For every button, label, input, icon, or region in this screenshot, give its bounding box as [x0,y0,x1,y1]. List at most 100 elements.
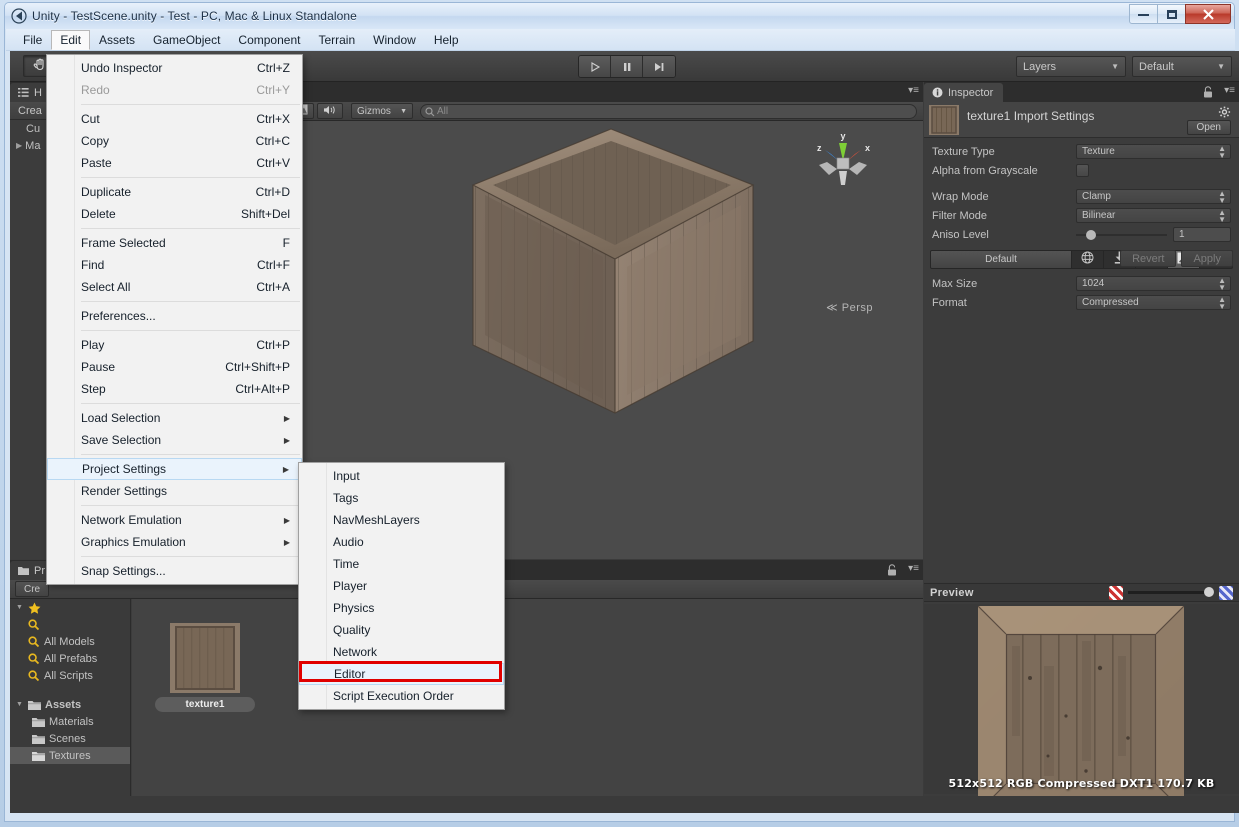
menu-item-label: Delete [81,207,116,221]
menu-item-find[interactable]: Find Ctrl+F [47,254,302,276]
menu-item-cut[interactable]: Cut Ctrl+X [47,108,302,130]
platform-tab-default[interactable]: Default [931,251,1072,268]
submenu-item-player[interactable]: Player [299,575,504,597]
open-button[interactable]: Open [1186,120,1231,135]
menubar-item-help[interactable]: Help [425,30,468,50]
menubar-item-component[interactable]: Component [229,30,309,50]
project-tree-assets[interactable]: ▼ Assets [10,696,130,713]
aniso-level-slider[interactable] [1076,229,1167,240]
wrap-mode-dropdown[interactable]: Clamp ▲ ▼ [1076,189,1231,204]
field-label: Format [932,296,967,309]
project-favorite-all-scripts[interactable]: All Scripts [10,667,130,684]
menubar-item-terrain[interactable]: Terrain [309,30,364,50]
menu-item-step[interactable]: Step Ctrl+Alt+P [47,378,302,400]
rgb-checker-icon[interactable] [1109,585,1123,600]
format-dropdown[interactable]: Compressed ▲ ▼ [1076,295,1231,310]
project-tree-scenes[interactable]: Scenes [10,730,130,747]
menu-item-snap-settings[interactable]: Snap Settings... [47,560,302,582]
menu-item-pause[interactable]: Pause Ctrl+Shift+P [47,356,302,378]
panel-options-icon[interactable]: ▾≡ [908,563,919,574]
minimize-button[interactable] [1129,4,1158,24]
menubar-item-window[interactable]: Window [364,30,425,50]
scene-object-crate[interactable] [463,123,763,423]
maximize-button[interactable] [1157,4,1186,24]
menu-item-load-selection[interactable]: Load Selection ▶ [47,407,302,429]
step-button[interactable] [643,56,675,77]
project-favorite-all-models[interactable]: All Models [10,633,130,650]
pause-button[interactable] [611,56,643,77]
revert-button[interactable]: Revert [1120,250,1177,267]
tab-inspector[interactable]: Inspector [924,83,1004,102]
submenu-item-script-execution-order[interactable]: Script Execution Order [299,685,504,707]
menu-item-render-settings[interactable]: Render Settings [47,480,302,502]
menu-item-duplicate[interactable]: Duplicate Ctrl+D [47,181,302,203]
submenu-item-quality[interactable]: Quality [299,619,504,641]
submenu-item-input[interactable]: Input [299,465,504,487]
panel-options-icon[interactable]: ▾≡ [1224,85,1235,96]
submenu-item-tags[interactable]: Tags [299,487,504,509]
field-texture-type[interactable]: Texture Type Texture ▲ ▼ [924,142,1239,161]
menubar-item-file[interactable]: File [14,30,51,50]
menu-item-undo-inspector[interactable]: Undo Inspector Ctrl+Z [47,57,302,79]
asset-item-texture1[interactable]: texture1 [152,609,258,715]
preview-mip-slider[interactable] [1128,587,1214,597]
submenu-item-physics[interactable]: Physics [299,597,504,619]
menubar-item-edit[interactable]: Edit [51,29,91,50]
field-filter-mode[interactable]: Filter Mode Bilinear ▲ ▼ [924,206,1239,225]
audio-toggle-button[interactable] [317,103,343,119]
max-size-dropdown[interactable]: 1024 ▲ ▼ [1076,276,1231,291]
menu-item-select-all[interactable]: Select All Ctrl+A [47,276,302,298]
field-max-size[interactable]: Max Size 1024 ▲ ▼ [924,274,1239,293]
aniso-level-value[interactable]: 1 [1173,227,1231,242]
submenu-item-network[interactable]: Network [299,641,504,663]
menu-item-save-selection[interactable]: Save Selection ▶ [47,429,302,451]
alpha-checker-icon[interactable] [1219,585,1233,600]
menu-item-label: Input [333,469,360,483]
menu-item-paste[interactable]: Paste Ctrl+V [47,152,302,174]
play-button[interactable] [579,56,611,77]
submenu-item-time[interactable]: Time [299,553,504,575]
menu-item-graphics-emulation[interactable]: Graphics Emulation ▶ [47,531,302,553]
layout-dropdown[interactable]: Default ▼ [1132,56,1232,77]
menubar-item-gameobject[interactable]: GameObject [144,30,229,50]
project-favorites-root[interactable]: ▼ [10,599,130,616]
menu-separator [81,330,300,331]
filter-mode-dropdown[interactable]: Bilinear ▲ ▼ [1076,208,1231,223]
menu-item-frame-selected[interactable]: Frame Selected F [47,232,302,254]
menu-item-copy[interactable]: Copy Ctrl+C [47,130,302,152]
field-format[interactable]: Format Compressed ▲ ▼ [924,293,1239,312]
menu-item-label: Graphics Emulation [81,535,186,549]
project-favorite-all-prefabs[interactable]: All Prefabs [10,650,130,667]
menu-item-preferences[interactable]: Preferences... [47,305,302,327]
apply-button[interactable]: Apply [1181,250,1233,267]
submenu-item-navmeshlayers[interactable]: NavMeshLayers [299,509,504,531]
scene-perspective-label[interactable]: ≪ Persp [826,301,873,314]
scene-orientation-gizmo[interactable]: y z x [809,129,877,189]
project-tree-materials[interactable]: Materials [10,713,130,730]
menu-item-play[interactable]: Play Ctrl+P [47,334,302,356]
menu-item-project-settings[interactable]: Project Settings ▶ [47,458,302,480]
panel-options-icon[interactable]: ▾≡ [908,85,919,96]
project-tree-textures[interactable]: Textures [10,747,130,764]
close-button[interactable] [1185,4,1231,24]
layers-dropdown[interactable]: Layers ▼ [1016,56,1126,77]
lock-icon[interactable] [1203,85,1213,103]
alpha-from-grayscale-checkbox[interactable] [1076,164,1089,177]
field-alpha-from-grayscale[interactable]: Alpha from Grayscale [924,161,1239,180]
scene-search-input[interactable]: All [420,103,917,119]
project-create-button[interactable]: Cre [15,581,50,597]
lock-icon[interactable] [887,563,897,581]
field-aniso-level[interactable]: Aniso Level 1 [924,225,1239,244]
submenu-item-editor[interactable]: Editor [299,663,504,685]
menu-item-delete[interactable]: Delete Shift+Del [47,203,302,225]
menu-item-network-emulation[interactable]: Network Emulation ▶ [47,509,302,531]
gizmos-dropdown[interactable]: Gizmos ▼ [351,103,413,119]
project-favorite-all-materials[interactable] [10,616,130,633]
preview-canvas[interactable]: 512x512 RGB Compressed DXT1 170.7 KB [924,604,1239,813]
submenu-item-audio[interactable]: Audio [299,531,504,553]
texture-type-dropdown[interactable]: Texture ▲ ▼ [1076,144,1231,159]
project-asset-grid[interactable]: texture1 [132,599,923,813]
platform-tab-web[interactable] [1072,251,1104,268]
menubar-item-assets[interactable]: Assets [90,30,144,50]
field-wrap-mode[interactable]: Wrap Mode Clamp ▲ ▼ [924,187,1239,206]
